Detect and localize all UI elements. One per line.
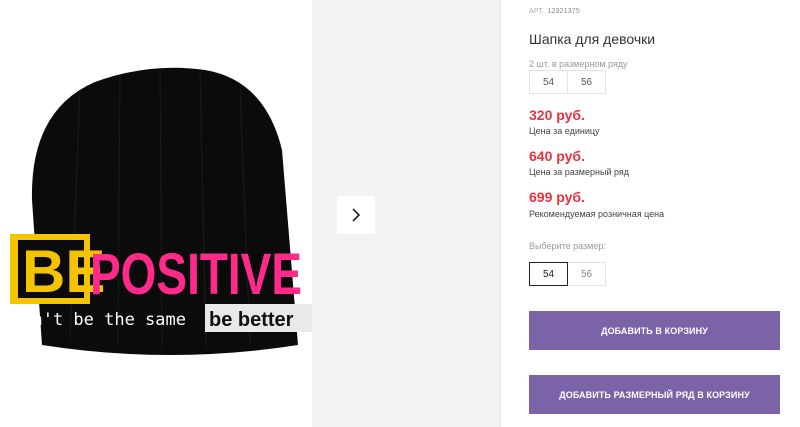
price-unit-note: Цена за единицу xyxy=(529,126,600,136)
price-row: 640 руб. xyxy=(529,148,585,164)
article-value: 12321375 xyxy=(547,8,581,15)
add-size-row-to-cart-button[interactable]: Добавить размерный ряд в корзину xyxy=(529,375,780,414)
print-slogan-text: don't be the same xyxy=(12,310,186,330)
price-retail: 699 руб. xyxy=(529,189,585,205)
price-unit: 320 руб. xyxy=(529,107,585,123)
chevron-right-icon xyxy=(352,208,361,222)
article-label: АРТ. xyxy=(529,8,545,15)
size-row-note: 2 шт. в размерном ряду xyxy=(529,59,628,69)
article-number: АРТ. 12321375 xyxy=(529,8,580,15)
size-row-list: 54 56 xyxy=(529,70,606,94)
size-option-54[interactable]: 54 xyxy=(529,262,568,286)
price-retail-note: Рекомендуемая розничная цена xyxy=(529,209,665,219)
divider xyxy=(500,0,501,427)
hat-illustration: BE POSITIVE don't be the same be better xyxy=(10,67,312,355)
size-option-56[interactable]: 56 xyxy=(567,262,606,286)
size-row-item: 56 xyxy=(567,70,606,94)
print-positive-text: POSITIVE xyxy=(90,242,302,307)
product-title: Шапка для девочки xyxy=(529,31,656,47)
print-better-text: be better xyxy=(209,309,294,331)
gallery-next-button[interactable] xyxy=(337,196,375,234)
product-gallery: BE POSITIVE don't be the same be better xyxy=(0,0,500,427)
product-image: BE POSITIVE don't be the same be better xyxy=(0,0,312,427)
add-to-cart-button[interactable]: Добавить в корзину xyxy=(529,311,780,350)
choose-size-label: Выберите размер: xyxy=(529,241,606,251)
size-selector: 54 56 xyxy=(529,262,606,286)
price-row-note: Цена за размерный ряд xyxy=(529,167,630,177)
size-row-item: 54 xyxy=(529,70,568,94)
